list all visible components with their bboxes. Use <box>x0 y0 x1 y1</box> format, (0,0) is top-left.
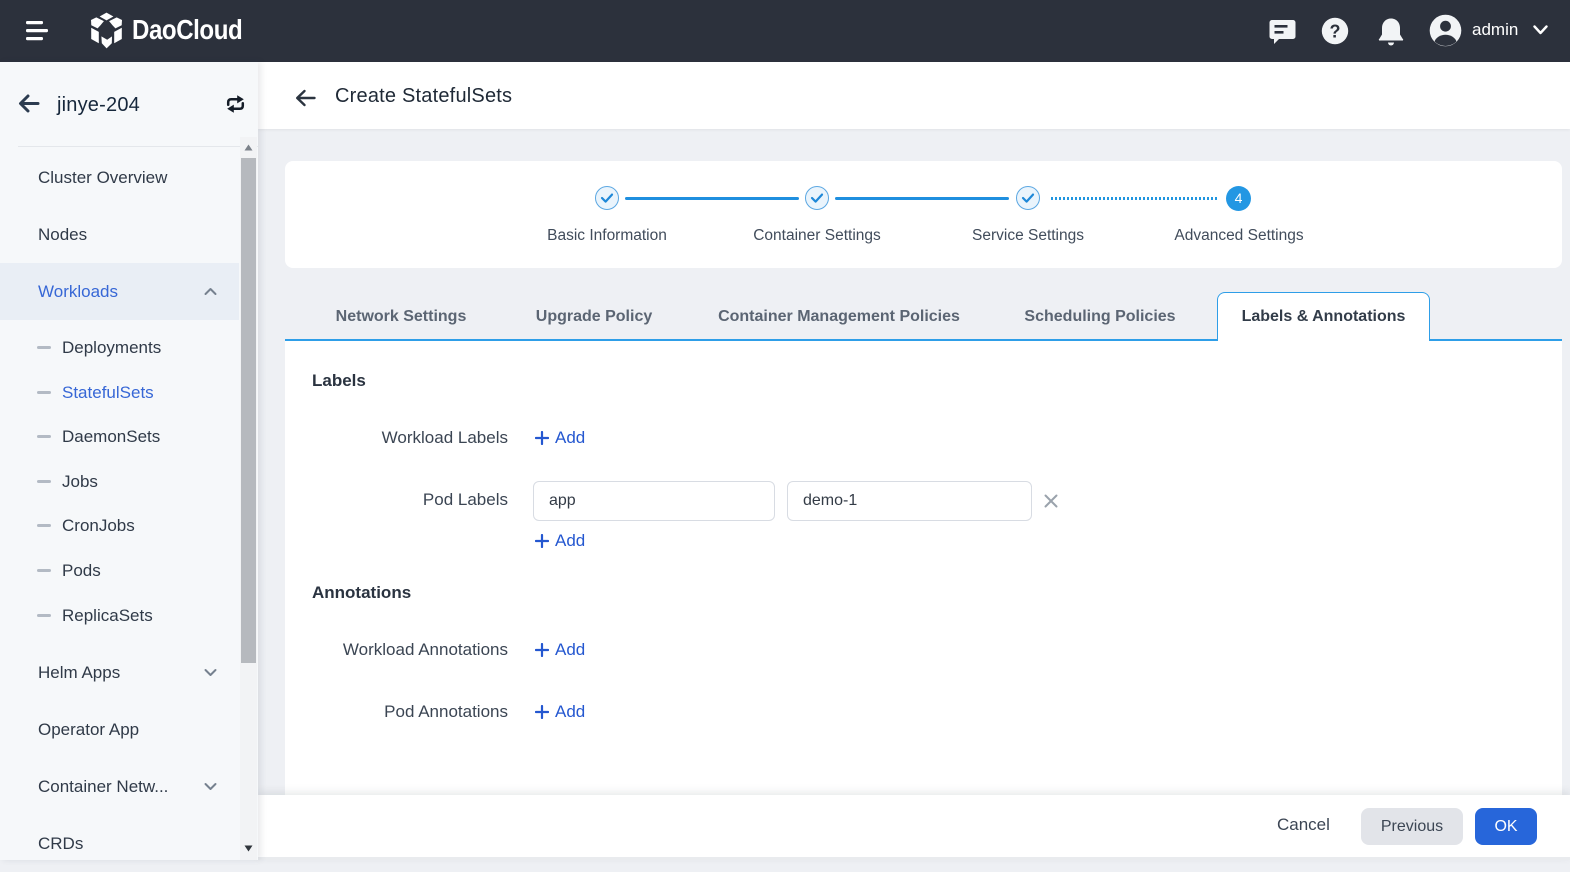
svg-text:?: ? <box>1330 22 1341 42</box>
